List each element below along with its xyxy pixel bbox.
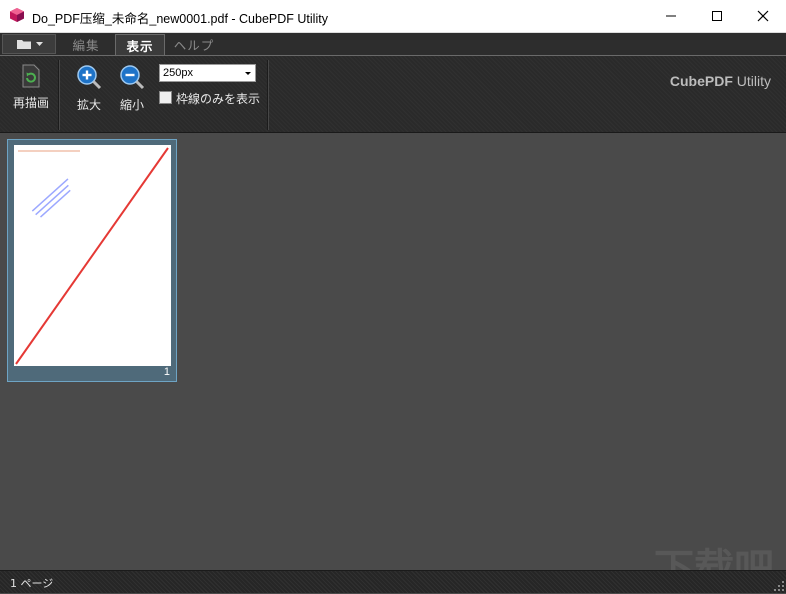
zoom-out-icon: [120, 65, 145, 90]
zoom-in-button[interactable]: 拡大: [72, 64, 106, 113]
thumbnail-area[interactable]: 1: [0, 133, 786, 570]
brand-logo: CubePDF Utility: [670, 73, 771, 89]
thumbnail-size-value: 250px: [163, 67, 193, 79]
ribbon-toolbar: 再描画 拡大 縮小 250px 枠線のみを表示 CubePDF Utility: [0, 55, 786, 133]
zoom-in-label: 拡大: [76, 98, 101, 112]
brand-suffix: Utility: [736, 73, 771, 89]
zoom-out-button[interactable]: 縮小: [115, 64, 149, 113]
redraw-label: 再描画: [12, 96, 49, 110]
window-title: Do_PDF压缩_未命名_new0001.pdf - CubePDF Utili…: [32, 12, 328, 26]
minimize-button[interactable]: [648, 0, 694, 32]
brand-name: CubePDF: [669, 73, 733, 89]
zoom-out-label: 縮小: [119, 98, 144, 112]
page-content-graphic: [15, 147, 169, 365]
frame-only-label[interactable]: 枠線のみを表示: [176, 90, 260, 107]
page-thumbnail[interactable]: 1: [7, 139, 177, 382]
ribbon-separator: [267, 60, 269, 130]
frame-only-checkbox[interactable]: [159, 91, 172, 104]
maximize-icon: [712, 11, 722, 21]
minimize-icon: [666, 15, 676, 17]
close-button[interactable]: [740, 0, 786, 32]
title-bar: Do_PDF压缩_未命名_new0001.pdf - CubePDF Utili…: [0, 0, 786, 33]
app-icon: [10, 8, 24, 22]
tab-view[interactable]: 表示: [115, 34, 165, 55]
page-count-status: 1 ページ: [10, 577, 54, 590]
page-number: 1: [163, 366, 170, 378]
thumbnail-size-select[interactable]: 250px: [159, 64, 256, 82]
ribbon-separator: [58, 60, 60, 130]
maximize-button[interactable]: [694, 0, 740, 32]
resize-grip-icon[interactable]: [774, 581, 784, 591]
folder-icon: [16, 40, 31, 49]
zoom-in-icon: [77, 65, 102, 90]
tab-edit[interactable]: 編集: [60, 34, 112, 55]
dropdown-arrow-icon: [245, 72, 251, 75]
page-preview: [14, 145, 171, 366]
tab-bar: 編集 表示 ヘルプ: [0, 33, 786, 55]
status-bar: 1 ページ: [0, 570, 786, 593]
chevron-down-icon: [35, 41, 43, 46]
refresh-document-icon: [22, 64, 40, 88]
tab-help[interactable]: ヘルプ: [168, 34, 220, 55]
close-icon: [757, 10, 769, 22]
redraw-button[interactable]: 再描画: [10, 64, 52, 111]
file-menu-button[interactable]: [2, 34, 56, 54]
diagonal-text-graphic: [31, 178, 71, 218]
